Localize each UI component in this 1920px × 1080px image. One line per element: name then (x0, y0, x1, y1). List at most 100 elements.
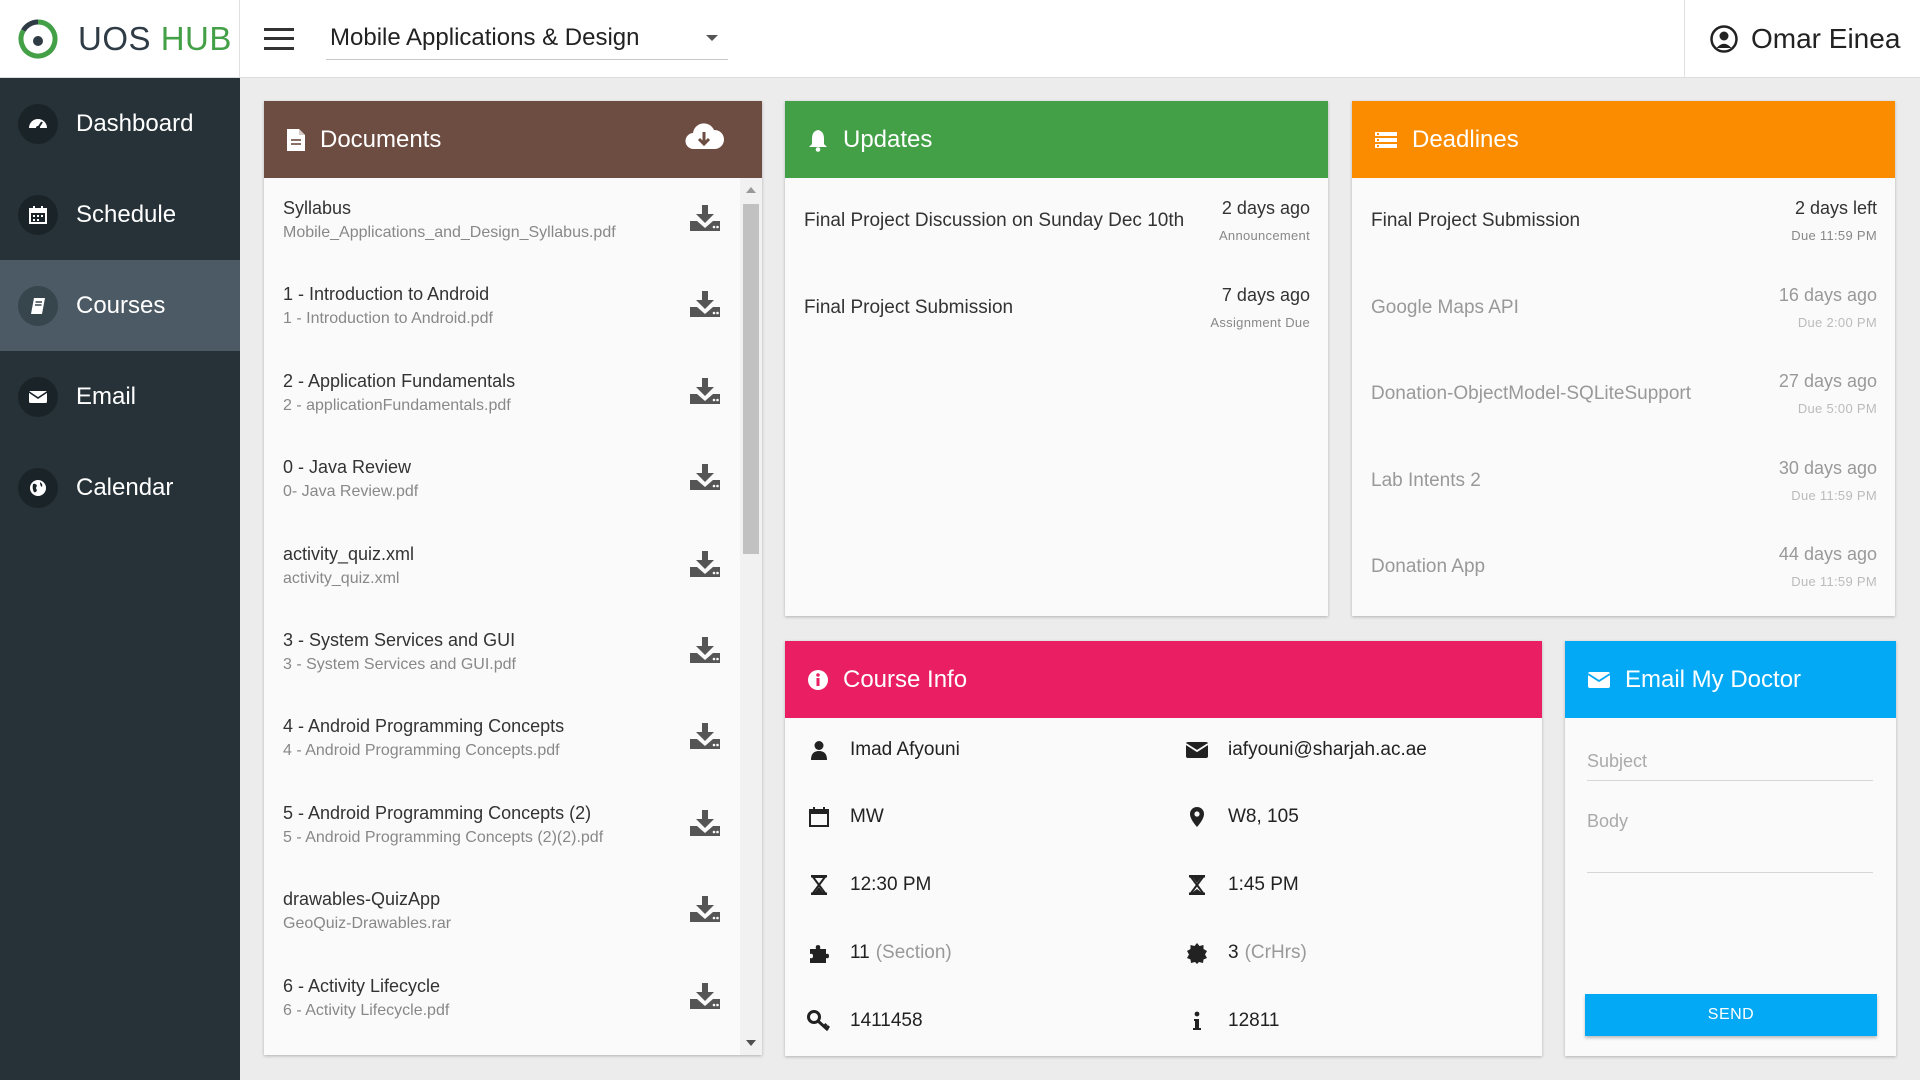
document-item[interactable]: 1 - Introduction to Android 1 - Introduct… (264, 264, 739, 350)
course-days: MW (850, 806, 884, 827)
top-bar: UOS HUB Mobile Applications & Design Oma… (0, 0, 1920, 78)
document-filename: 6 - Activity Lifecycle.pdf (283, 1001, 450, 1019)
download-icon[interactable] (689, 550, 721, 583)
brand[interactable]: UOS HUB (0, 0, 240, 78)
user-menu[interactable]: Omar Einea (1684, 0, 1920, 78)
deadline-item[interactable]: Google Maps API 16 days ago Due 2:00 PM (1352, 265, 1895, 352)
sidebar-item-schedule[interactable]: Schedule (0, 169, 240, 260)
document-filename: 2 - applicationFundamentals.pdf (283, 396, 511, 414)
download-icon[interactable] (689, 204, 721, 237)
download-icon[interactable] (689, 463, 721, 496)
download-icon[interactable] (689, 809, 721, 842)
download-icon[interactable] (689, 377, 721, 410)
document-title: Syllabus (283, 198, 352, 218)
dashboard-icon (18, 103, 58, 144)
document-item[interactable]: Syllabus Mobile_Applications_and_Design_S… (264, 178, 739, 264)
start-time: 12:30 PM (850, 874, 932, 895)
envelope-icon (1587, 671, 1611, 688)
envelope-icon (1182, 741, 1212, 759)
subject-input[interactable] (1587, 751, 1873, 772)
caret-down-icon (706, 35, 718, 41)
deadlines-title: Deadlines (1412, 125, 1519, 153)
email-doctor-title: Email My Doctor (1625, 665, 1802, 693)
deadline-due: Due 5:00 PM (1797, 401, 1877, 416)
deadline-item[interactable]: Lab Intents 2 30 days ago Due 11:59 PM (1352, 438, 1895, 525)
hourglass-end-icon (1182, 874, 1212, 896)
deadline-title: Donation-ObjectModel-SQLiteSupport (1371, 383, 1692, 405)
document-title: 4 - Android Programming Concepts (283, 716, 565, 737)
course-info-header: Course Info (785, 641, 1542, 718)
updates-title: Updates (843, 125, 933, 153)
email-doctor-card: Email My Doctor SEND (1565, 641, 1896, 1056)
sidebar-item-dashboard[interactable]: Dashboard (0, 78, 240, 169)
document-item[interactable]: 2 - Application Fundamentals 2 - applicat… (264, 351, 739, 437)
hourglass-start-icon (804, 874, 834, 896)
deadline-item[interactable]: Final Project Submission 2 days left Due 1… (1352, 178, 1895, 265)
deadline-meta: 44 days ago Due 11:59 PM (1779, 544, 1877, 589)
start-time-field: 12:30 PM (804, 870, 931, 900)
globe-icon (18, 467, 58, 508)
deadline-time: 30 days ago (1778, 457, 1877, 478)
email-field[interactable]: iafyouni@sharjah.ac.ae (1182, 735, 1427, 765)
scroll-thumb[interactable] (743, 204, 759, 554)
document-title: activity_quiz.xml (283, 543, 415, 564)
scroll-down-arrow-icon[interactable] (746, 1040, 756, 1046)
deadline-time: 2 days left (1794, 198, 1877, 218)
document-title: 5 - Android Programming Concepts (2) (283, 802, 592, 823)
deadline-item[interactable]: Donation-ObjectModel-SQLiteSupport 27 day… (1352, 351, 1895, 438)
cloud-download-icon[interactable] (684, 121, 725, 160)
sidebar-item-calendar[interactable]: Calendar (0, 442, 240, 533)
document-item[interactable]: 6 - Activity Lifecycle 6 - Activity Lifec… (264, 956, 739, 1042)
sidebar-item-label: Calendar (76, 473, 174, 501)
document-item[interactable]: drawables-QuizApp GeoQuiz-Drawables.rar (264, 869, 739, 955)
sidebar-item-label: Dashboard (76, 109, 194, 137)
credit-label: (CrHrs) (1244, 942, 1307, 963)
credit-hours: 3 (1228, 942, 1239, 963)
email-doctor-header: Email My Doctor (1565, 641, 1896, 718)
update-type: Assignment Due (1210, 314, 1310, 330)
document-filename: 0- Java Review.pdf (283, 483, 419, 501)
document-item[interactable]: activity_quiz.xml activity_quiz.xml (264, 524, 739, 610)
deadline-item[interactable]: Donation App 44 days ago Due 11:59 PM (1352, 524, 1895, 611)
document-item[interactable]: 3 - System Services and GUI 3 - System Se… (264, 610, 739, 696)
update-time: 2 days ago (1221, 198, 1310, 218)
document-item[interactable]: 0 - Java Review 0- Java Review.pdf (264, 437, 739, 523)
brand-name-uos: UOS (78, 19, 152, 57)
deadline-meta: 2 days left Due 11:59 PM (1791, 198, 1877, 243)
course-id: 12811 (1228, 1010, 1280, 1031)
documents-scrollbar[interactable] (740, 178, 762, 1055)
update-title: Final Project Discussion on Sunday Dec 1… (804, 210, 1185, 232)
deadline-title: Donation App (1371, 556, 1486, 578)
map-pin-icon (1182, 806, 1212, 828)
document-icon (287, 128, 305, 151)
end-time-field: 1:45 PM (1182, 870, 1299, 900)
update-item[interactable]: Final Project Discussion on Sunday Dec 1… (785, 178, 1328, 265)
subject-field (1587, 751, 1873, 781)
document-item[interactable]: 4 - Android Programming Concepts 4 - Andr… (264, 696, 739, 782)
updates-card: Updates Final Project Discussion on Sund… (785, 101, 1328, 616)
document-title: 3 - System Services and GUI (283, 629, 516, 650)
deadline-due: Due 11:59 PM (1791, 487, 1877, 503)
document-filename: GeoQuiz-Drawables.rar (283, 915, 452, 933)
document-filename: 4 - Android Programming Concepts.pdf (283, 742, 560, 760)
deadline-due: Due 11:59 PM (1791, 228, 1877, 243)
body-input[interactable] (1587, 811, 1873, 853)
sidebar: Dashboard Schedule Courses Email Calenda… (0, 78, 240, 1080)
update-item[interactable]: Final Project Submission 7 days ago Assi… (785, 265, 1328, 352)
send-button[interactable]: SEND (1585, 994, 1877, 1036)
document-filename: 5 - Android Programming Concepts (2)(2).… (283, 828, 604, 846)
download-icon[interactable] (689, 982, 721, 1015)
puzzle-icon (804, 942, 834, 964)
download-icon[interactable] (689, 722, 721, 755)
sidebar-item-email[interactable]: Email (0, 351, 240, 442)
document-item[interactable]: 5 - Android Programming Concepts (2) 5 - … (264, 783, 739, 869)
download-icon[interactable] (689, 636, 721, 669)
sidebar-item-courses[interactable]: Courses (0, 260, 240, 351)
hamburger-menu-icon[interactable] (264, 27, 294, 50)
calendar-grid-icon (18, 194, 58, 235)
download-icon[interactable] (689, 290, 721, 323)
update-meta: 2 days ago Announcement (1219, 198, 1310, 243)
course-select[interactable]: Mobile Applications & Design (326, 18, 728, 60)
scroll-up-arrow-icon[interactable] (746, 187, 756, 193)
download-icon[interactable] (689, 895, 721, 928)
